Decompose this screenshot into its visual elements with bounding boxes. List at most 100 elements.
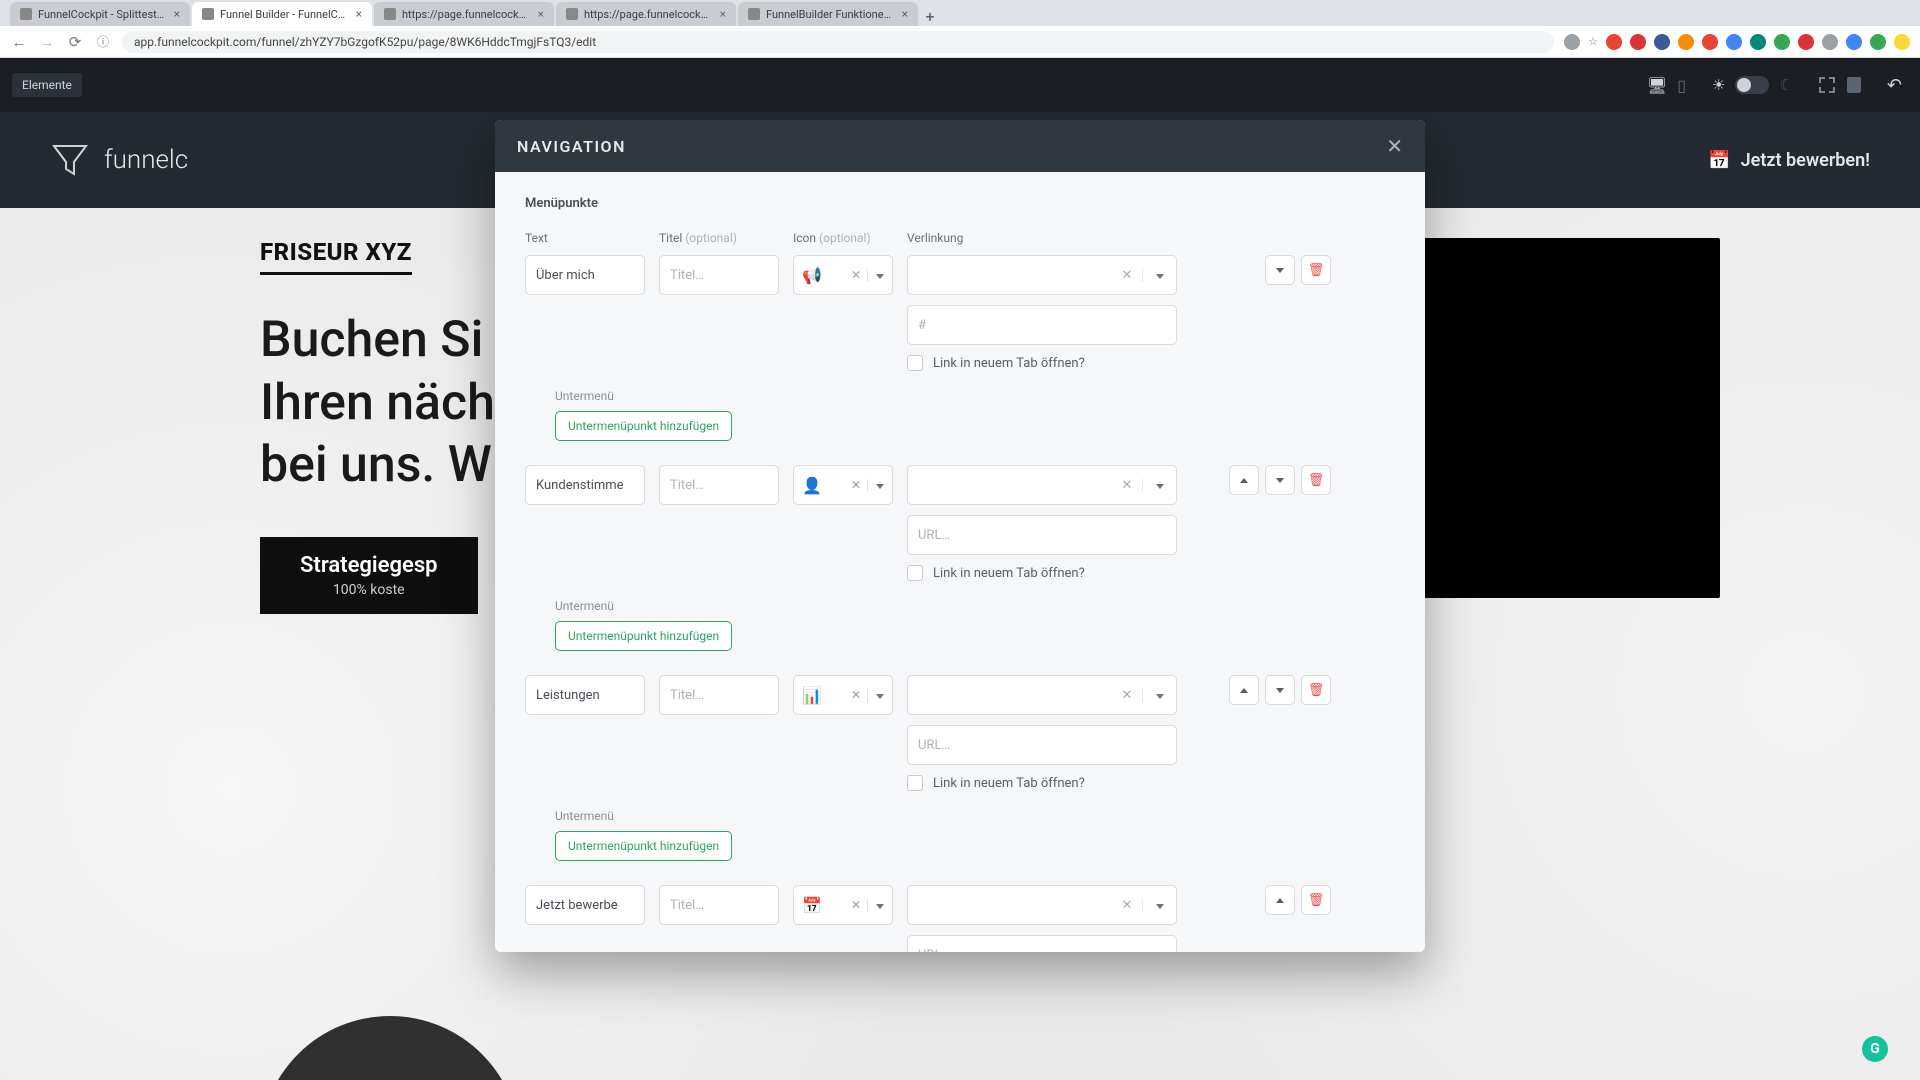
link-select[interactable]: ✕ xyxy=(907,885,1177,925)
delete-button[interactable] xyxy=(1301,255,1331,285)
ext-icon[interactable] xyxy=(1702,34,1718,50)
clear-icon[interactable]: ✕ xyxy=(851,898,861,912)
clear-icon[interactable]: ✕ xyxy=(1112,898,1142,913)
ext-icon[interactable] xyxy=(1654,34,1670,50)
chevron-down-icon[interactable] xyxy=(1142,899,1176,912)
browser-tab[interactable]: Funnel Builder - FunnelCockpit× xyxy=(192,2,372,26)
mobile-icon[interactable]: ▯ xyxy=(1677,76,1686,95)
nav-back-icon[interactable]: ← xyxy=(10,33,28,51)
site-info-icon[interactable]: ⓘ xyxy=(94,33,112,50)
link-url-input[interactable] xyxy=(907,515,1177,555)
menu-title-input[interactable] xyxy=(659,885,779,925)
clear-icon[interactable]: ✕ xyxy=(851,478,861,492)
layout-icon[interactable] xyxy=(1819,77,1835,93)
clear-icon[interactable]: ✕ xyxy=(1112,268,1142,283)
browser-tab[interactable]: FunnelBuilder Funktionen & El…× xyxy=(738,2,918,26)
checkbox[interactable] xyxy=(907,565,923,581)
ext-icon[interactable] xyxy=(1894,34,1910,50)
menu-title-input[interactable] xyxy=(659,255,779,295)
ext-icon[interactable] xyxy=(1750,34,1766,50)
tab-close-icon[interactable]: × xyxy=(902,7,908,21)
move-down-button[interactable] xyxy=(1265,255,1295,285)
chevron-down-icon[interactable] xyxy=(1142,479,1176,492)
url-input[interactable] xyxy=(122,31,1554,53)
checkbox[interactable] xyxy=(907,355,923,371)
desktop-icon[interactable]: 🖥 xyxy=(1647,76,1667,95)
browser-chrome: FunnelCockpit - Splittests, M…×Funnel Bu… xyxy=(0,0,1920,58)
menu-text-input[interactable] xyxy=(525,675,645,715)
clear-icon[interactable]: ✕ xyxy=(1112,478,1142,493)
menu-title-input[interactable] xyxy=(659,465,779,505)
grammarly-badge[interactable]: G xyxy=(1862,1036,1888,1062)
panel-icon[interactable] xyxy=(1847,77,1861,93)
link-url-input[interactable] xyxy=(907,305,1177,345)
theme-switch[interactable] xyxy=(1735,76,1769,94)
icon-select[interactable]: 📊✕ xyxy=(793,675,893,715)
delete-button[interactable] xyxy=(1301,675,1331,705)
icon-select[interactable]: 📢✕ xyxy=(793,255,893,295)
ext-icon[interactable] xyxy=(1798,34,1814,50)
tab-close-icon[interactable]: × xyxy=(356,7,362,21)
icon-select[interactable]: 📅✕ xyxy=(793,885,893,925)
nav-forward-icon[interactable]: → xyxy=(38,33,56,51)
ext-icon[interactable] xyxy=(1822,34,1838,50)
ext-icon[interactable] xyxy=(1564,34,1580,50)
move-up-button[interactable] xyxy=(1265,885,1295,915)
delete-button[interactable] xyxy=(1301,465,1331,495)
link-select[interactable]: ✕ xyxy=(907,465,1177,505)
clear-icon[interactable]: ✕ xyxy=(1112,688,1142,703)
nav-reload-icon[interactable]: ⟳ xyxy=(66,33,84,51)
chevron-down-icon[interactable] xyxy=(1142,689,1176,702)
menu-text-input[interactable] xyxy=(525,885,645,925)
move-up-button[interactable] xyxy=(1229,675,1259,705)
undo-icon[interactable]: ↶ xyxy=(1887,75,1902,96)
chevron-down-icon[interactable] xyxy=(1142,269,1176,282)
menu-text-input[interactable] xyxy=(525,255,645,295)
link-url-input[interactable] xyxy=(907,935,1177,952)
add-submenu-button[interactable]: Untermenüpunkt hinzufügen xyxy=(555,621,732,651)
browser-tab[interactable]: FunnelCockpit - Splittests, M…× xyxy=(10,2,190,26)
ext-icon[interactable] xyxy=(1870,34,1886,50)
move-down-button[interactable] xyxy=(1265,465,1295,495)
newtab-checkbox-row[interactable]: Link in neuem Tab öffnen? xyxy=(907,775,1177,791)
delete-button[interactable] xyxy=(1301,885,1331,915)
ext-icon[interactable] xyxy=(1846,34,1862,50)
link-select[interactable]: ✕ xyxy=(907,675,1177,715)
menu-text-input[interactable] xyxy=(525,465,645,505)
ext-star-icon[interactable]: ☆ xyxy=(1588,35,1598,48)
icon-select[interactable]: 👤✕ xyxy=(793,465,893,505)
add-submenu-button[interactable]: Untermenüpunkt hinzufügen xyxy=(555,831,732,861)
checkbox[interactable] xyxy=(907,775,923,791)
ext-icon[interactable] xyxy=(1774,34,1790,50)
chevron-down-icon[interactable] xyxy=(867,689,884,702)
add-submenu-button[interactable]: Untermenüpunkt hinzufügen xyxy=(555,411,732,441)
browser-tab[interactable]: https://page.funnelcockpit.co…× xyxy=(374,2,554,26)
newtab-checkbox-row[interactable]: Link in neuem Tab öffnen? xyxy=(907,565,1177,581)
move-up-button[interactable] xyxy=(1229,465,1259,495)
link-select[interactable]: ✕ xyxy=(907,255,1177,295)
ext-icon[interactable] xyxy=(1606,34,1622,50)
header-cta[interactable]: 📅 Jetzt bewerben! xyxy=(1708,150,1870,171)
tab-close-icon[interactable]: × xyxy=(538,7,544,21)
tab-close-icon[interactable]: × xyxy=(720,7,726,21)
move-down-button[interactable] xyxy=(1265,675,1295,705)
chevron-down-icon[interactable] xyxy=(867,899,884,912)
clear-icon[interactable]: ✕ xyxy=(851,268,861,282)
newtab-checkbox-row[interactable]: Link in neuem Tab öffnen? xyxy=(907,355,1177,371)
clear-icon[interactable]: ✕ xyxy=(851,688,861,702)
link-url-input[interactable] xyxy=(907,725,1177,765)
new-tab-button[interactable]: + xyxy=(920,6,940,26)
chevron-down-icon[interactable] xyxy=(867,269,884,282)
ext-icon[interactable] xyxy=(1726,34,1742,50)
ext-icon[interactable] xyxy=(1630,34,1646,50)
elements-button[interactable]: Elemente xyxy=(12,73,82,97)
cta-box[interactable]: Strategiegesp 100% koste xyxy=(260,537,478,614)
browser-tab[interactable]: https://page.funnelcockpit.co…× xyxy=(556,2,736,26)
theme-toggle: ☀ ☾ xyxy=(1712,76,1793,94)
chevron-down-icon[interactable] xyxy=(867,479,884,492)
tab-close-icon[interactable]: × xyxy=(174,7,180,21)
modal-header: NAVIGATION ✕ xyxy=(495,120,1425,172)
close-icon[interactable]: ✕ xyxy=(1386,136,1403,156)
menu-title-input[interactable] xyxy=(659,675,779,715)
ext-icon[interactable] xyxy=(1678,34,1694,50)
